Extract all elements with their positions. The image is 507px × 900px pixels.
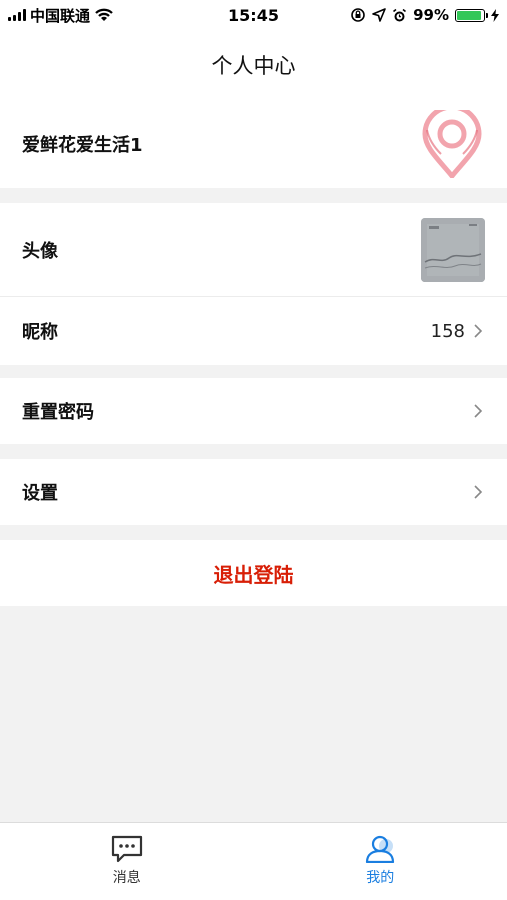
avatar-label: 头像: [22, 240, 58, 262]
avatar-row[interactable]: 头像: [0, 203, 507, 296]
nickname-label: 昵称: [22, 322, 58, 343]
charging-bolt-icon: [491, 8, 499, 22]
carrier-label: 中国联通: [30, 6, 91, 25]
tab-bar: 消息 我的: [0, 822, 507, 900]
settings-label: 设置: [22, 483, 58, 504]
profile-card: 爱鲜花爱生活1: [0, 100, 507, 188]
tab-messages[interactable]: 消息: [0, 823, 254, 900]
reset-password-row[interactable]: 重置密码: [0, 378, 507, 444]
message-icon: [111, 835, 142, 863]
status-left: 中国联通: [0, 5, 114, 26]
battery-percent: 99%: [413, 6, 449, 24]
tab-mine[interactable]: 我的: [254, 823, 507, 900]
nickname-value: 158: [430, 320, 465, 342]
page-title: 个人中心: [211, 54, 296, 78]
nickname-row[interactable]: 昵称 158: [0, 297, 507, 365]
location-pin-logo: [422, 110, 482, 178]
wifi-icon: [95, 8, 113, 21]
avatar-image: [421, 217, 485, 282]
status-right: 99%: [350, 6, 507, 24]
reset-password-label: 重置密码: [22, 402, 94, 423]
logout-label: 退出登陆: [213, 562, 294, 587]
avatar[interactable]: [421, 217, 485, 282]
status-bar: 中国联通 15:45 99%: [0, 0, 507, 30]
battery-icon: [455, 8, 488, 22]
chevron-right-icon: [474, 404, 483, 418]
logout-button[interactable]: 退出登陆: [0, 540, 507, 606]
chevron-right-icon: [474, 485, 483, 499]
tab-mine-label: 我的: [366, 870, 395, 886]
username: 爱鲜花爱生活1: [22, 135, 143, 156]
signal-icon: [8, 9, 26, 21]
settings-row[interactable]: 设置: [0, 459, 507, 525]
location-arrow-icon: [372, 8, 386, 22]
chevron-right-icon: [474, 324, 483, 338]
tab-messages-label: 消息: [112, 870, 141, 886]
rotation-lock-icon: [351, 8, 365, 22]
navigation-bar: 个人中心: [0, 30, 507, 100]
user-icon: [366, 835, 395, 863]
alarm-icon: [393, 8, 407, 21]
